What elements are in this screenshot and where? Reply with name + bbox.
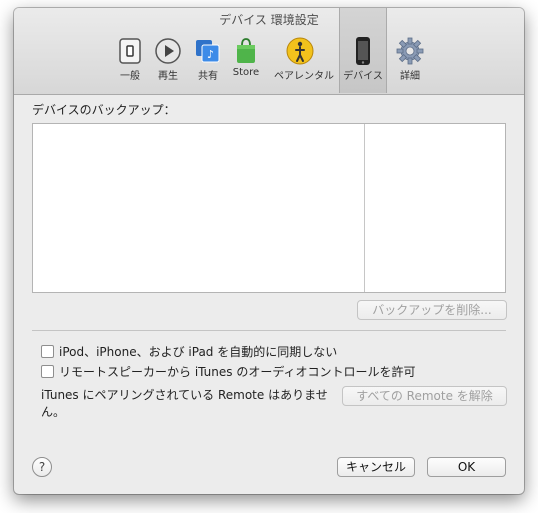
svg-text:♪: ♪ (207, 48, 214, 61)
remote-status-text: iTunes にペアリングされている Remote はありません。 (41, 388, 328, 419)
backup-section-label: デバイスのバックアップ： (32, 103, 176, 117)
toolbar-item-label: 詳細 (400, 71, 420, 82)
checkbox-box[interactable] (41, 345, 54, 358)
window-title: デバイス 環境設定 (219, 13, 319, 27)
toolbar-item-parental[interactable]: ペアレンタル (274, 34, 334, 90)
toolbar-item-label: ペアレンタル (274, 71, 334, 82)
cancel-button[interactable]: キャンセル (337, 457, 415, 477)
title-bar: デバイス 環境設定 一般 再生 ♪ 共有 Store ペアレンタル デバイス 詳… (14, 8, 524, 95)
toolbar-item-store[interactable]: Store (222, 34, 270, 90)
iphone-icon (356, 37, 370, 65)
toolbar-item-devices[interactable]: デバイス (339, 8, 387, 93)
column-divider (364, 124, 365, 292)
separator (32, 330, 506, 331)
allow-remote-audio-label: リモートスピーカーから iTunes のオーディオコントロールを許可 (59, 365, 416, 379)
ok-button[interactable]: OK (427, 457, 506, 477)
parental-icon (286, 37, 314, 65)
help-button[interactable]: ? (32, 457, 52, 477)
gear-icon (396, 37, 424, 65)
delete-backup-button[interactable]: バックアップを削除... (357, 300, 507, 320)
play-icon (155, 38, 181, 64)
general-switch-icon (119, 38, 141, 64)
toolbar-item-label: デバイス (343, 71, 383, 82)
prevent-sync-label: iPod、iPhone、および iPad を自動的に同期しない (59, 345, 338, 359)
unpair-all-remotes-button[interactable]: すべての Remote を解除 (342, 386, 507, 406)
device-backup-table[interactable] (32, 123, 506, 293)
preferences-toolbar: 一般 再生 ♪ 共有 Store ペアレンタル デバイス 詳細 (14, 8, 524, 93)
toolbar-item-label: Store (232, 67, 260, 78)
store-bag-icon (237, 38, 255, 63)
sharing-icon: ♪ (196, 40, 220, 63)
toolbar-item-advanced[interactable]: 詳細 (386, 34, 434, 90)
preferences-window: デバイス 環境設定 一般 再生 ♪ 共有 Store ペアレンタル デバイス 詳… (14, 8, 524, 494)
checkbox-box[interactable] (41, 365, 54, 378)
allow-remote-audio-checkbox[interactable]: リモートスピーカーから iTunes のオーディオコントロールを許可 (41, 363, 415, 380)
prevent-sync-checkbox[interactable]: iPod、iPhone、および iPad を自動的に同期しない (41, 343, 337, 360)
